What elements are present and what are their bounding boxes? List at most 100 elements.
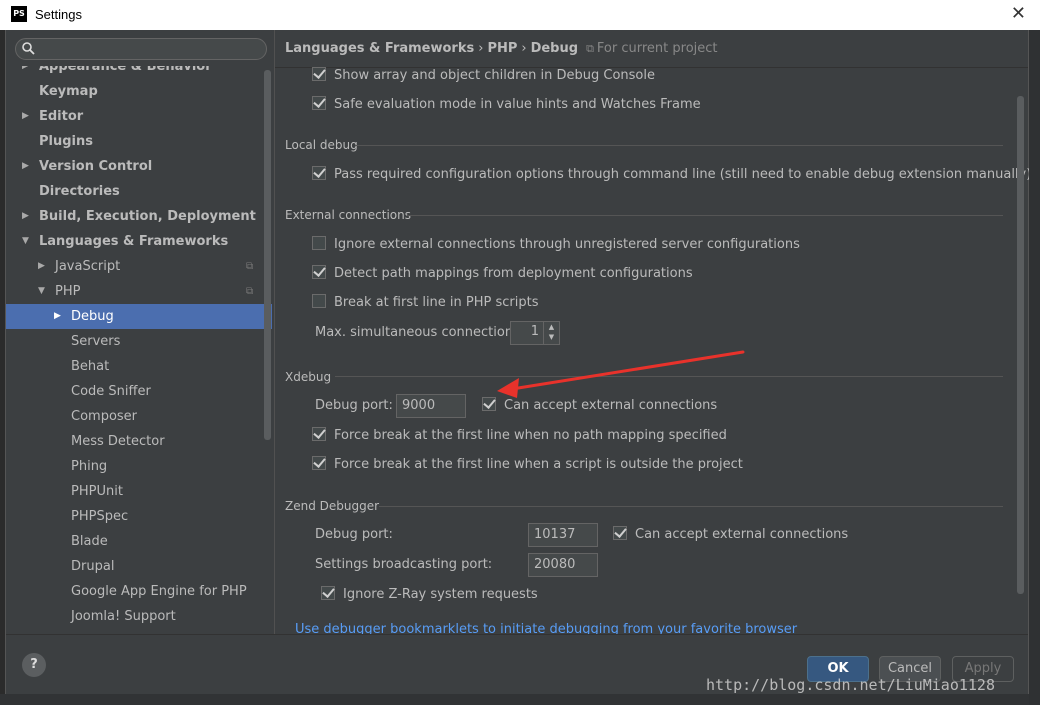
chevron-right-icon[interactable]: ▶ — [54, 304, 64, 329]
zend-debugger-title: Zend Debugger — [285, 499, 380, 513]
sidebar-item[interactable]: Behat — [6, 354, 274, 379]
debug-settings-panel: Languages & Frameworks › PHP › Debug ⧉ For cur… — [275, 30, 1031, 637]
local-debug-title: Local debug — [285, 138, 358, 152]
settings-sidebar: ▶ Appearance & Behavior Keymap ▶ Editor Plugi… — [6, 30, 274, 634]
checkbox-label: Force break at the first line when a scr… — [334, 457, 743, 472]
force-break-outside-checkbox[interactable]: Force break at the first line when a scr… — [312, 455, 743, 475]
title-bar: PS Settings ✕ — [0, 0, 1040, 30]
sidebar-item-label: Joomla! Support — [71, 609, 176, 624]
sidebar-item[interactable]: Joomla! Support — [6, 604, 274, 629]
sidebar-item-label: Servers — [71, 334, 121, 349]
sidebar-item[interactable]: Mess Detector — [6, 429, 274, 454]
zend-port-label: Debug port: — [315, 527, 393, 542]
chevron-right-icon[interactable]: ▶ — [22, 66, 32, 79]
sidebar-item[interactable]: ▶ Version Control — [6, 154, 274, 179]
phpstorm-logo-icon: PS — [11, 6, 27, 22]
close-icon[interactable]: ✕ — [1011, 3, 1026, 24]
checkbox-box[interactable] — [312, 265, 326, 279]
sidebar-item-label: JavaScript — [55, 259, 121, 274]
checkbox-box[interactable] — [321, 586, 335, 600]
chevron-down-icon[interactable]: ▼ — [38, 279, 48, 304]
sidebar-item[interactable]: ▶ Appearance & Behavior — [6, 66, 274, 79]
checkbox-box[interactable] — [312, 67, 326, 81]
sidebar-item-label: Code Sniffer — [71, 384, 151, 399]
max-connections-label: Max. simultaneous connections: — [315, 325, 525, 340]
sidebar-item[interactable]: Google App Engine for PHP — [6, 579, 274, 604]
project-scope-icon: ⧉ — [586, 42, 594, 55]
sidebar-item-label: Build, Execution, Deployment — [39, 209, 256, 224]
checkbox-box[interactable] — [312, 166, 326, 180]
sidebar-item-label: PHPSpec — [71, 509, 129, 524]
help-icon[interactable]: ? — [22, 653, 46, 677]
checkbox-box[interactable] — [482, 397, 496, 411]
search-input[interactable] — [15, 38, 267, 60]
checkbox-box[interactable] — [312, 427, 326, 441]
window-title: Settings — [35, 7, 82, 22]
watermark: http://blog.csdn.net/LiuMiao1128 — [706, 676, 995, 694]
zend-port-input[interactable]: 10137 — [528, 523, 598, 547]
sidebar-item[interactable]: Code Sniffer — [6, 379, 274, 404]
chevron-right-icon[interactable]: ▶ — [22, 204, 32, 229]
checkbox-label: Pass required configuration options thro… — [334, 167, 1032, 182]
chevron-right-icon[interactable]: ▶ — [22, 154, 32, 179]
max-connections-spinner[interactable]: 1 ▲ ▼ — [510, 321, 560, 345]
sidebar-item[interactable]: ▶ Editor — [6, 104, 274, 129]
sidebar-item[interactable]: Servers — [6, 329, 274, 354]
external-connections-title: External connections — [285, 208, 411, 222]
sidebar-item[interactable]: Directories — [6, 179, 274, 204]
sidebar-item[interactable]: PHPSpec — [6, 504, 274, 529]
sidebar-item[interactable]: Blade — [6, 529, 274, 554]
break-first-line-checkbox[interactable]: Break at first line in PHP scripts — [312, 293, 539, 313]
pass-config-checkbox[interactable]: Pass required configuration options thro… — [312, 165, 1031, 185]
checkbox-box[interactable] — [312, 96, 326, 110]
ignore-zray-checkbox[interactable]: Ignore Z-Ray system requests — [321, 585, 538, 605]
xdebug-port-input[interactable]: 9000 — [396, 394, 466, 418]
checkbox-box[interactable] — [312, 294, 326, 308]
content-scrollbar[interactable] — [1017, 96, 1024, 594]
spinner-arrows-icon[interactable]: ▲ ▼ — [543, 322, 559, 344]
ignore-unregistered-checkbox[interactable]: Ignore external connections through unre… — [312, 235, 800, 255]
sidebar-item[interactable]: Plugins — [6, 129, 274, 154]
sidebar-scrollbar[interactable] — [264, 70, 271, 440]
chevron-right-icon[interactable]: ▶ — [38, 254, 48, 279]
checkbox-label: Ignore Z-Ray system requests — [343, 587, 538, 602]
breadcrumb: Languages & Frameworks › PHP › Debug ⧉ For cur… — [285, 41, 718, 56]
broadcast-port-label: Settings broadcasting port: — [315, 557, 493, 572]
section-divider — [407, 215, 1003, 216]
broadcast-port-input[interactable]: 20080 — [528, 553, 598, 577]
sidebar-item[interactable]: ▶ Build, Execution, Deployment — [6, 204, 274, 229]
sidebar-item-label: Editor — [39, 109, 84, 124]
breadcrumb-part: Languages & Frameworks — [285, 41, 475, 56]
force-break-no-mapping-checkbox[interactable]: Force break at the first line when no pa… — [312, 426, 727, 446]
sidebar-item[interactable]: Phing — [6, 454, 274, 479]
checkbox-label: Ignore external connections through unre… — [334, 237, 800, 252]
sidebar-item[interactable]: ▶ JavaScript ⧉ — [6, 254, 274, 279]
breadcrumb-part: Debug — [530, 41, 579, 56]
checkbox-label: Show array and object children in Debug … — [334, 68, 655, 83]
checkbox-box[interactable] — [312, 456, 326, 470]
checkbox-box[interactable] — [613, 526, 627, 540]
checkbox-box[interactable] — [312, 236, 326, 250]
show-array-checkbox[interactable]: Show array and object children in Debug … — [312, 66, 655, 86]
sidebar-item-label: Mess Detector — [71, 434, 165, 449]
sidebar-item[interactable]: PHPUnit — [6, 479, 274, 504]
search-icon — [22, 42, 35, 55]
sidebar-item-label: Behat — [71, 359, 110, 374]
chevron-right-icon[interactable]: ▶ — [22, 104, 32, 129]
checkbox-label: Force break at the first line when no pa… — [334, 428, 727, 443]
sidebar-item[interactable]: Composer — [6, 404, 274, 429]
chevron-down-icon[interactable]: ▼ — [22, 229, 32, 254]
section-divider — [355, 145, 1003, 146]
zend-accept-external-checkbox[interactable]: Can accept external connections — [613, 525, 848, 545]
section-divider — [335, 376, 1003, 377]
window-bottom-edge — [0, 694, 1040, 705]
sidebar-item[interactable]: ▼ PHP ⧉ — [6, 279, 274, 304]
sidebar-item[interactable]: Drupal — [6, 554, 274, 579]
sidebar-item[interactable]: ▼ Languages & Frameworks — [6, 229, 274, 254]
spinner-value: 1 — [530, 324, 539, 339]
sidebar-item[interactable]: Keymap — [6, 79, 274, 104]
xdebug-accept-external-checkbox[interactable]: Can accept external connections — [482, 396, 717, 416]
safe-eval-checkbox[interactable]: Safe evaluation mode in value hints and … — [312, 95, 701, 115]
sidebar-item[interactable]: ▶ Debug — [6, 304, 272, 329]
detect-mappings-checkbox[interactable]: Detect path mappings from deployment con… — [312, 264, 693, 284]
